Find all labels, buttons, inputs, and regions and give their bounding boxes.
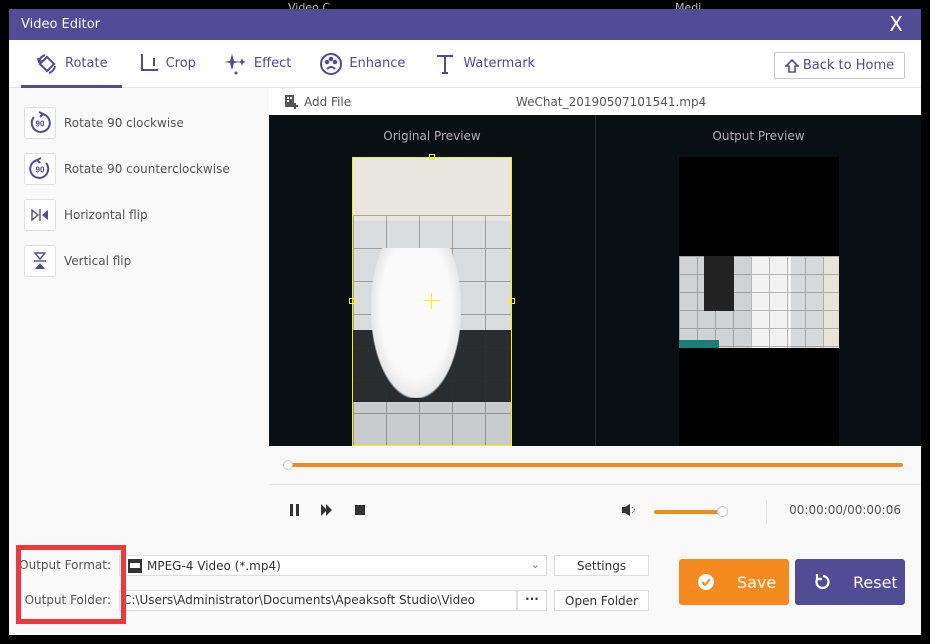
horizontal-flip-option[interactable]: Horizontal flip <box>9 192 268 238</box>
output-video-frame <box>679 157 839 446</box>
sparkle-icon <box>223 52 248 76</box>
option-label: Rotate 90 counterclockwise <box>64 162 230 176</box>
volume-slider[interactable] <box>654 510 722 514</box>
rotated-video-content <box>679 256 839 348</box>
original-preview-pane: Original Preview <box>269 115 595 446</box>
open-folder-button[interactable]: Open Folder <box>554 590 649 611</box>
tab-label: Effect <box>253 56 292 71</box>
option-label: Horizontal flip <box>64 208 148 222</box>
volume-button[interactable] <box>621 502 637 521</box>
pause-button[interactable] <box>289 502 301 521</box>
volume-thumb[interactable] <box>716 506 728 517</box>
video-editor-window: Video Editor X Rotate Crop Effect Enhanc… <box>9 9 921 635</box>
tab-effect[interactable]: Effect <box>210 40 305 88</box>
seek-bar[interactable] <box>269 446 921 484</box>
original-preview-label: Original Preview <box>383 129 481 143</box>
playback-controls: 00:00:00/00:00:06 <box>269 484 921 534</box>
output-folder-input[interactable]: C:\Users\Administrator\Documents\Apeakso… <box>119 590 517 611</box>
option-label: Rotate 90 clockwise <box>64 116 184 130</box>
crop-center-marker[interactable] <box>424 293 440 309</box>
output-preview-label: Output Preview <box>712 129 805 143</box>
preview-panel: Add File WeChat_20190507101541.mp4 Origi… <box>269 88 921 534</box>
back-to-home-button[interactable]: Back to Home <box>774 52 905 79</box>
seek-thumb[interactable] <box>283 460 293 470</box>
pause-icon <box>290 504 299 516</box>
tab-rotate[interactable]: Rotate <box>21 40 122 88</box>
preview-area: Original Preview Output Preview <box>269 115 921 446</box>
home-icon <box>784 58 799 73</box>
video-format-icon <box>128 558 142 573</box>
add-file-label: Add File <box>304 94 352 109</box>
tab-label: Watermark <box>463 56 536 71</box>
svg-text:90: 90 <box>36 166 45 175</box>
add-file-icon <box>285 94 298 109</box>
tab-enhance[interactable]: Enhance <box>305 40 419 88</box>
playback-time: 00:00:00/00:00:06 <box>789 503 901 517</box>
crop-icon <box>136 52 160 76</box>
volume-icon <box>622 504 636 516</box>
output-format-value: MPEG-4 Video (*.mp4) <box>147 558 281 573</box>
vertical-flip-option[interactable]: Vertical flip <box>9 238 268 284</box>
horizontal-flip-icon <box>24 199 56 231</box>
browse-folder-button[interactable]: ··· <box>517 590 547 611</box>
reset-label: Reset <box>853 572 898 592</box>
option-label: Vertical flip <box>64 254 132 268</box>
output-preview-pane: Output Preview <box>595 115 921 446</box>
add-file-button[interactable]: Add File <box>269 94 352 109</box>
tab-label: Crop <box>165 56 196 71</box>
rotate-counterclockwise-option[interactable]: 90 Rotate 90 counterclockwise <box>9 146 268 192</box>
palette-icon <box>319 52 343 76</box>
file-bar: Add File WeChat_20190507101541.mp4 <box>269 88 921 115</box>
output-settings: Output Format: MPEG-4 Video (*.mp4) ⌄ Se… <box>9 530 921 635</box>
save-button[interactable]: Save <box>679 559 789 605</box>
seek-track[interactable] <box>287 463 903 467</box>
reset-icon <box>813 573 831 591</box>
chevron-down-icon: ⌄ <box>530 558 540 571</box>
original-video-frame[interactable] <box>352 157 512 446</box>
fast-forward-button[interactable] <box>320 502 334 521</box>
settings-button[interactable]: Settings <box>554 555 649 576</box>
check-circle-icon <box>697 573 715 591</box>
close-button[interactable]: X <box>889 13 903 35</box>
output-format-select[interactable]: MPEG-4 Video (*.mp4) ⌄ <box>119 555 547 576</box>
stop-button[interactable] <box>354 502 366 521</box>
tab-label: Enhance <box>349 56 406 71</box>
crop-handle[interactable] <box>349 298 355 304</box>
window-title: Video Editor <box>21 17 101 32</box>
back-to-home-label: Back to Home <box>802 58 895 73</box>
fast-forward-icon <box>321 504 332 516</box>
current-filename: WeChat_20190507101541.mp4 <box>516 95 707 109</box>
divider <box>766 500 767 524</box>
save-label: Save <box>737 572 777 592</box>
text-t-icon <box>433 52 457 76</box>
tab-bar: Rotate Crop Effect Enhance Watermark Bac… <box>9 40 921 88</box>
rotate-ccw-90-icon: 90 <box>24 153 56 185</box>
output-format-label: Output Format: <box>19 558 111 572</box>
rotate-options-sidebar: 90 Rotate 90 clockwise 90 Rotate 90 coun… <box>9 88 268 529</box>
vertical-flip-icon <box>24 245 56 277</box>
tab-label: Rotate <box>65 56 108 71</box>
output-folder-label: Output Folder: <box>24 593 111 607</box>
title-bar: Video Editor X <box>9 9 921 40</box>
tab-crop[interactable]: Crop <box>122 40 210 88</box>
reset-button[interactable]: Reset <box>795 559 905 605</box>
tab-watermark[interactable]: Watermark <box>419 40 549 88</box>
rotate-icon <box>35 52 59 76</box>
rotate-clockwise-option[interactable]: 90 Rotate 90 clockwise <box>9 100 268 146</box>
crop-handle[interactable] <box>509 298 515 304</box>
crop-handle[interactable] <box>429 154 435 160</box>
rotate-cw-90-icon: 90 <box>24 107 56 139</box>
video-content <box>371 248 461 398</box>
svg-text:90: 90 <box>36 120 45 129</box>
stop-icon <box>355 505 365 515</box>
